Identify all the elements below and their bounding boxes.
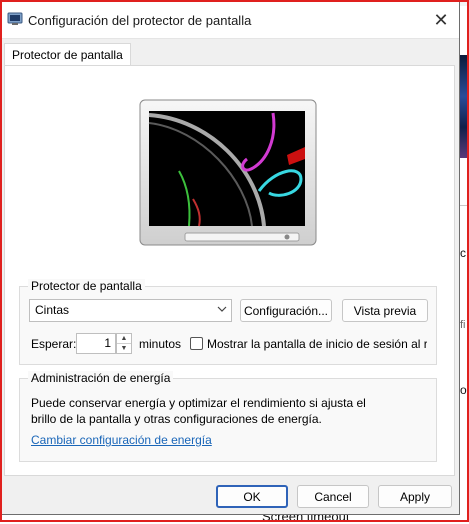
wait-label: Esperar: [31, 337, 77, 351]
tab-screensaver[interactable]: Protector de pantalla [4, 43, 131, 66]
ok-button[interactable]: OK [216, 485, 288, 508]
screensaver-settings-dialog: Configuración del protector de pantalla … [0, 0, 460, 515]
screensaver-select[interactable]: Cintas [29, 299, 232, 322]
settings-button[interactable]: Configuración... [240, 299, 332, 322]
dialog-title: Configuración del protector de pantalla [28, 13, 252, 28]
cancel-button[interactable]: Cancel [297, 485, 369, 508]
background-letter-o: o [460, 383, 467, 397]
screensaver-group-title: Protector de pantalla [28, 279, 145, 293]
wait-minutes-stepper[interactable]: ▲ ▼ [116, 333, 132, 354]
screensaver-group: Protector de pantalla Cintas Configuraci… [19, 279, 437, 365]
chevron-down-icon [217, 301, 227, 322]
monitor-preview-image [139, 99, 317, 246]
change-power-settings-link[interactable]: Cambiar configuración de energía [31, 433, 212, 447]
power-description: Puede conservar energía y optimizar el r… [31, 396, 366, 426]
wait-minutes-input[interactable]: 1 [76, 333, 116, 354]
preview-button[interactable]: Vista previa [342, 299, 428, 322]
background-letter-fi: fi [460, 319, 466, 331]
close-button[interactable]: ✕ [423, 1, 459, 39]
dialog-titlebar: Configuración del protector de pantalla … [1, 1, 459, 39]
screensaver-app-icon [7, 11, 23, 27]
logon-screen-label[interactable]: Mostrar la pantalla de inicio de sesión … [207, 337, 427, 351]
screensaver-select-value: Cintas [35, 303, 70, 317]
stepper-up-icon[interactable]: ▲ [117, 334, 131, 344]
titlebar-divider [1, 38, 459, 39]
minutes-label: minutos [139, 337, 182, 351]
stepper-down-icon[interactable]: ▼ [117, 344, 131, 354]
background-letter-c: c [460, 246, 466, 260]
power-group-title: Administración de energía [28, 371, 174, 385]
logon-screen-checkbox[interactable] [190, 337, 203, 350]
power-management-group: Administración de energía Puede conserva… [19, 371, 437, 462]
apply-button[interactable]: Apply [378, 485, 452, 508]
close-icon: ✕ [433, 9, 449, 30]
